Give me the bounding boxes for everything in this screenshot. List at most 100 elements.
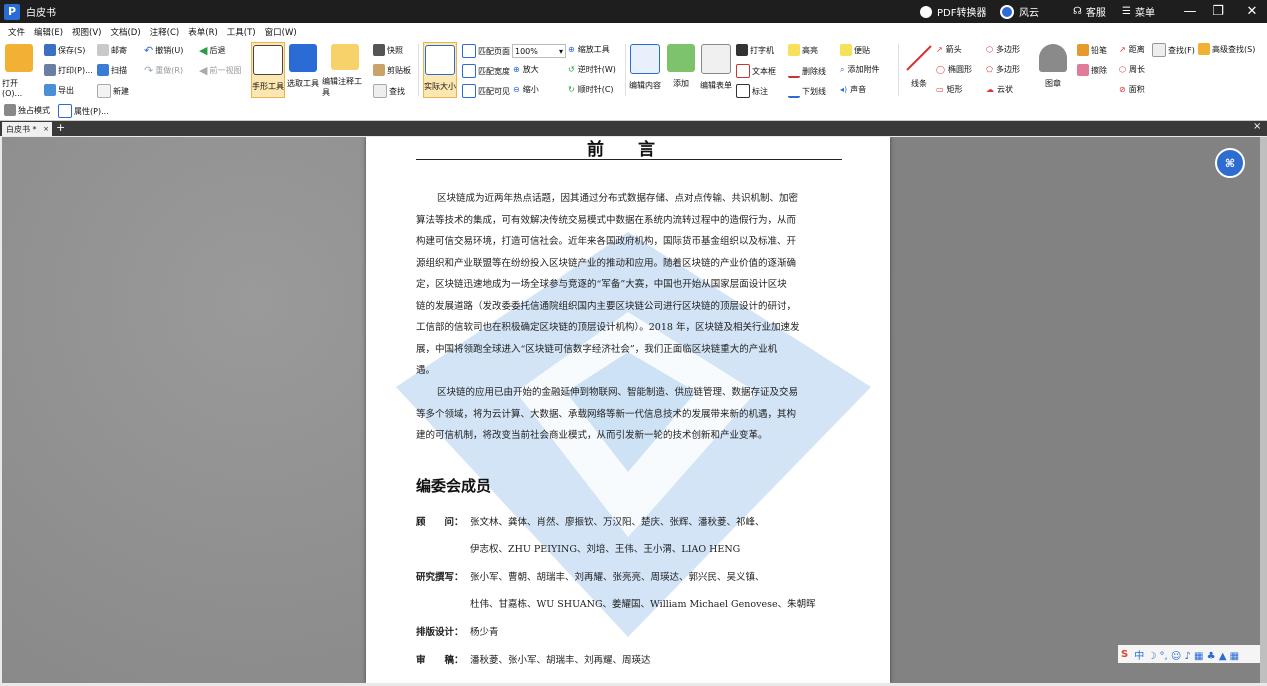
- edit-content-button[interactable]: 编辑内容: [628, 42, 662, 98]
- pencil-button[interactable]: 铅笔: [1077, 44, 1107, 56]
- close-tab-icon[interactable]: ×: [1253, 121, 1261, 132]
- vertical-scrollbar[interactable]: [1260, 137, 1267, 683]
- open-button[interactable]: 打开(O)...: [2, 42, 36, 98]
- area-button[interactable]: ⊘ 面积: [1119, 84, 1145, 95]
- perimeter-icon: ⬡: [1119, 65, 1126, 74]
- document-viewer[interactable]: 前 言 区块链成为近两年热点话题，因其通过分布式数据存储、点对点传输、共识机制、…: [2, 137, 1260, 683]
- floating-action-icon[interactable]: ⌘: [1215, 148, 1245, 178]
- distance-button[interactable]: ↗ 距离: [1119, 44, 1145, 55]
- input-method-toolbar[interactable]: S 中 ☽ °, ☺ ♪ ▦ ♣ ▲ ▦: [1118, 645, 1260, 663]
- zoom-out-button[interactable]: ⊖ 缩小: [513, 84, 539, 95]
- pdf-page: 前 言 区块链成为近两年热点话题，因其通过分布式数据存储、点对点传输、共识机制、…: [366, 137, 890, 683]
- menu-tools[interactable]: 工具(T): [227, 26, 256, 38]
- menu-edit[interactable]: 编辑(E): [34, 26, 63, 38]
- note-button[interactable]: 便贴: [840, 44, 870, 56]
- menu-file[interactable]: 文件: [8, 26, 25, 38]
- restore-button[interactable]: ❐: [1205, 0, 1231, 23]
- prev-view-button[interactable]: ◀ 前一视图: [199, 64, 241, 77]
- document-tab[interactable]: 白皮书 * ×: [2, 122, 52, 136]
- underline-button[interactable]: 下划线: [788, 84, 826, 98]
- hand-icon: [253, 45, 283, 75]
- zoom-tool-button[interactable]: ⊕ 缩放工具: [568, 44, 610, 55]
- close-button[interactable]: ✕: [1239, 0, 1265, 23]
- page-title: 前 言: [587, 140, 669, 160]
- fit-width-icon: [462, 64, 476, 78]
- sound-button[interactable]: ◂) 声音: [840, 84, 866, 95]
- rotate-cw-button[interactable]: ↻ 顺时针(C): [568, 84, 614, 95]
- fit-width-button[interactable]: 匹配宽度: [462, 64, 510, 78]
- camera-icon: [373, 44, 385, 56]
- perimeter-button[interactable]: ⬡ 周长: [1119, 64, 1145, 75]
- search-label: 查找(F): [1168, 45, 1195, 55]
- menu-document[interactable]: 文档(D): [110, 26, 140, 38]
- select-tool-button[interactable]: 选取工具: [286, 42, 320, 98]
- strikeout-button[interactable]: 删除线: [788, 64, 826, 78]
- stamp-button[interactable]: 图章: [1036, 42, 1070, 98]
- scan-label: 扫描: [111, 65, 127, 75]
- line-icon: [906, 45, 932, 71]
- find-button[interactable]: 查找: [373, 84, 405, 98]
- fengyun-button[interactable]: 风云: [1000, 0, 1039, 23]
- hand-tool-button[interactable]: 手形工具: [251, 42, 285, 98]
- main-menu-button[interactable]: ☰ 菜单: [1122, 0, 1155, 23]
- redo-button[interactable]: ↷ 重做(R): [144, 64, 183, 77]
- callout-button[interactable]: 标注: [736, 84, 768, 98]
- typewriter-icon: [736, 44, 748, 56]
- advanced-search-label: 高级查找(S): [1212, 44, 1256, 54]
- new-tab-icon[interactable]: +: [56, 121, 65, 134]
- menu-window[interactable]: 窗口(W): [265, 26, 297, 38]
- ellipse-button[interactable]: ◯ 椭圆形: [936, 64, 972, 75]
- zoom-in-button[interactable]: ⊕ 放大: [513, 64, 539, 75]
- ime-status-icons: 中 ☽ °, ☺ ♪ ▦ ♣ ▲ ▦: [1134, 650, 1240, 662]
- fit-visible-button[interactable]: 匹配可见: [462, 84, 510, 98]
- search-button[interactable]: 查找(F): [1152, 43, 1195, 57]
- cloud-label: 云状: [997, 85, 1013, 94]
- menu-view[interactable]: 视图(V): [72, 26, 101, 38]
- snapshot-button[interactable]: 快照: [373, 44, 403, 56]
- support-label: 客服: [1085, 8, 1106, 19]
- minimize-button[interactable]: —: [1177, 0, 1203, 23]
- save-button[interactable]: 保存(S): [44, 44, 85, 56]
- polyline-button[interactable]: ⬡ 多边形: [986, 44, 1020, 55]
- menu-form[interactable]: 表单(R): [188, 26, 218, 38]
- arrow-button[interactable]: ↗ 箭头: [936, 44, 962, 55]
- paragraph-1: 区块链成为近两年热点话题，因其通过分布式数据存储、点对点传输、共识机制、加密 算…: [416, 188, 846, 382]
- fit-page-button[interactable]: 匹配页面: [462, 44, 510, 58]
- new-doc-icon: [97, 84, 111, 98]
- attach-file-button[interactable]: ⌕ 添加附件: [840, 64, 879, 75]
- exclusive-mode-button[interactable]: 独占模式: [4, 104, 50, 116]
- actual-size-button[interactable]: 实际大小: [423, 42, 457, 98]
- eraser-button[interactable]: 擦除: [1077, 64, 1107, 76]
- sub-toolbar: 独占模式 属性(P)...: [0, 100, 1267, 121]
- back-button[interactable]: ◀ 后退: [199, 44, 225, 57]
- menu-comment[interactable]: 注释(C): [150, 26, 180, 38]
- typewriter-button[interactable]: 打字机: [736, 44, 774, 56]
- line-button[interactable]: 线条: [902, 42, 936, 98]
- mail-button[interactable]: 邮寄: [97, 44, 127, 56]
- scan-button[interactable]: 扫描: [97, 64, 127, 76]
- snapshot-label: 快照: [387, 45, 403, 55]
- print-button[interactable]: 打印(P)...: [44, 64, 93, 76]
- new-button[interactable]: 新建: [97, 84, 129, 98]
- add-button[interactable]: 添加: [664, 42, 698, 98]
- properties-button[interactable]: 属性(P)...: [58, 104, 109, 118]
- edit-annotation-tool-button[interactable]: 编辑注释工具: [322, 42, 368, 98]
- support-button[interactable]: ☊ 客服: [1073, 0, 1106, 23]
- highlight-icon: [788, 44, 800, 56]
- export-button[interactable]: 导出: [44, 84, 74, 96]
- pdf-converter-button[interactable]: PDF转换器: [920, 0, 986, 23]
- chevron-down-icon: ▾: [558, 46, 563, 56]
- rectangle-button[interactable]: ▭ 矩形: [936, 84, 963, 95]
- edit-form-button[interactable]: 编辑表单: [699, 42, 733, 98]
- cloud-button[interactable]: ☁ 云状: [986, 84, 1013, 95]
- tab-close-icon[interactable]: ×: [43, 125, 49, 133]
- polygon-button[interactable]: ⬠ 多边形: [986, 64, 1020, 75]
- zoom-select[interactable]: 100% ▾: [512, 44, 566, 58]
- rotate-ccw-button[interactable]: ↺ 逆时针(W): [568, 64, 616, 75]
- textbox-button[interactable]: 文本框: [736, 64, 776, 78]
- advanced-search-button[interactable]: 高级查找(S): [1198, 43, 1255, 55]
- undo-button[interactable]: ↶ 撤销(U): [144, 44, 183, 57]
- highlight-button[interactable]: 高亮: [788, 44, 818, 56]
- clipboard-button[interactable]: 剪贴板: [373, 64, 411, 76]
- rotate-cw-label: 顺时针(C): [577, 85, 614, 94]
